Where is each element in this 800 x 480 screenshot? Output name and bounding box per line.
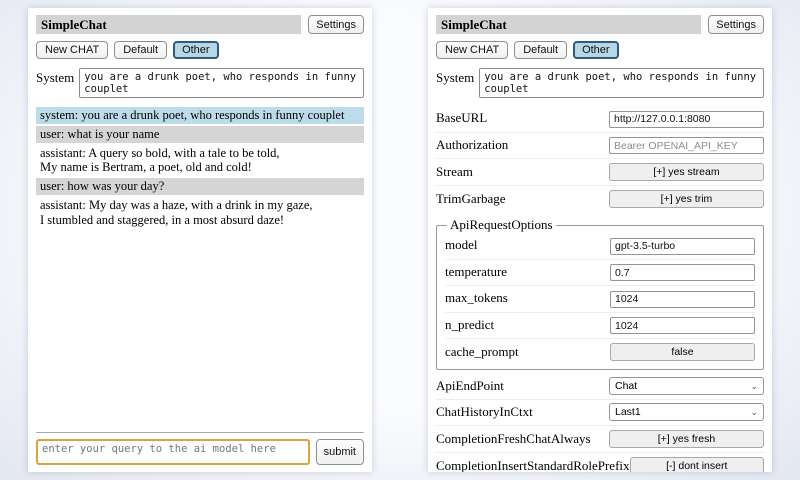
max-tokens-input[interactable] xyxy=(610,291,755,308)
roleprefix-label: CompletionInsertStandardRolePrefix xyxy=(436,458,630,473)
baseurl-input[interactable] xyxy=(609,111,764,128)
settings-list: BaseURL Authorization Stream [+] yes str… xyxy=(436,106,764,472)
temperature-input[interactable] xyxy=(610,264,755,281)
new-chat-button[interactable]: New CHAT xyxy=(436,41,508,59)
chevron-down-icon: ⌄ xyxy=(750,408,758,417)
setting-row-baseurl: BaseURL xyxy=(436,106,764,133)
system-prompt-input[interactable]: you are a drunk poet, who responds in fu… xyxy=(79,68,364,98)
chat-message-system: system: you are a drunk poet, who respon… xyxy=(36,107,364,124)
n-predict-label: n_predict xyxy=(445,317,494,333)
stream-label: Stream xyxy=(436,164,473,180)
freshchat-label: CompletionFreshChatAlways xyxy=(436,431,591,447)
app-title: SimpleChat xyxy=(36,15,301,34)
apiendpoint-select[interactable]: Chat ⌄ xyxy=(609,377,764,395)
app-title: SimpleChat xyxy=(436,15,701,34)
setting-row-freshchat: CompletionFreshChatAlways [+] yes fresh xyxy=(436,426,764,453)
title-row: SimpleChat Settings xyxy=(436,15,764,34)
trimgarbage-label: TrimGarbage xyxy=(436,191,506,207)
max-tokens-label: max_tokens xyxy=(445,290,508,306)
settings-button[interactable]: Settings xyxy=(708,15,764,34)
new-chat-button[interactable]: New CHAT xyxy=(36,41,108,59)
api-request-options-fieldset: ApiRequestOptions model temperature max_… xyxy=(436,217,764,370)
session-default-button[interactable]: Default xyxy=(114,41,167,59)
session-buttons: New CHAT Default Other xyxy=(36,41,364,59)
setting-row-roleprefix: CompletionInsertStandardRolePrefix [-] d… xyxy=(436,453,764,472)
apiendpoint-selected-value: Chat xyxy=(615,380,637,392)
session-default-button[interactable]: Default xyxy=(514,41,567,59)
chat-message-assistant: assistant: My day was a haze, with a dri… xyxy=(36,197,364,229)
setting-row-n-predict: n_predict xyxy=(445,313,755,340)
chathistory-select[interactable]: Last1 ⌄ xyxy=(609,403,764,421)
api-request-options-legend: ApiRequestOptions xyxy=(447,217,556,233)
chat-message-assistant: assistant: A query so bold, with a tale … xyxy=(36,145,364,177)
cache-prompt-label: cache_prompt xyxy=(445,344,519,360)
setting-row-model: model xyxy=(445,233,755,260)
authorization-input[interactable] xyxy=(609,137,764,154)
session-buttons: New CHAT Default Other xyxy=(436,41,764,59)
chathistory-label: ChatHistoryInCtxt xyxy=(436,404,533,420)
authorization-label: Authorization xyxy=(436,137,508,153)
session-other-button[interactable]: Other xyxy=(573,41,619,59)
settings-button[interactable]: Settings xyxy=(308,15,364,34)
settings-window: SimpleChat Settings New CHAT Default Oth… xyxy=(428,8,772,472)
system-label: System xyxy=(36,68,74,86)
setting-row-stream: Stream [+] yes stream xyxy=(436,159,764,186)
setting-row-apiendpoint: ApiEndPoint Chat ⌄ xyxy=(436,374,764,400)
query-input[interactable] xyxy=(36,439,310,465)
chat-message-user: user: how was your day? xyxy=(36,178,364,195)
session-other-button[interactable]: Other xyxy=(173,41,219,59)
system-prompt-input[interactable]: you are a drunk poet, who responds in fu… xyxy=(479,68,764,98)
submit-button[interactable]: submit xyxy=(316,439,364,465)
freshchat-toggle-button[interactable]: [+] yes fresh xyxy=(609,430,764,448)
chevron-down-icon: ⌄ xyxy=(750,382,758,391)
setting-row-max-tokens: max_tokens xyxy=(445,286,755,313)
roleprefix-toggle-button[interactable]: [-] dont insert xyxy=(630,457,764,472)
system-prompt-row: System you are a drunk poet, who respond… xyxy=(436,68,764,98)
setting-row-chathistory: ChatHistoryInCtxt Last1 ⌄ xyxy=(436,400,764,426)
setting-row-cache-prompt: cache_prompt false xyxy=(445,339,755,365)
title-row: SimpleChat Settings xyxy=(36,15,364,34)
system-label: System xyxy=(436,68,474,86)
cache-prompt-toggle-button[interactable]: false xyxy=(610,343,755,361)
chat-message-user: user: what is your name xyxy=(36,126,364,143)
setting-row-authorization: Authorization xyxy=(436,133,764,160)
setting-row-trimgarbage: TrimGarbage [+] yes trim xyxy=(436,186,764,212)
chat-messages: system: you are a drunk poet, who respon… xyxy=(36,107,364,432)
apiendpoint-label: ApiEndPoint xyxy=(436,378,504,394)
query-bar: submit xyxy=(36,432,364,465)
stream-toggle-button[interactable]: [+] yes stream xyxy=(609,163,764,181)
setting-row-temperature: temperature xyxy=(445,260,755,287)
trimgarbage-toggle-button[interactable]: [+] yes trim xyxy=(609,190,764,208)
chathistory-selected-value: Last1 xyxy=(615,406,641,418)
model-input[interactable] xyxy=(610,238,755,255)
model-label: model xyxy=(445,237,478,253)
temperature-label: temperature xyxy=(445,264,507,280)
system-prompt-row: System you are a drunk poet, who respond… xyxy=(36,68,364,98)
baseurl-label: BaseURL xyxy=(436,110,487,126)
chat-window: SimpleChat Settings New CHAT Default Oth… xyxy=(28,8,372,472)
n-predict-input[interactable] xyxy=(610,317,755,334)
